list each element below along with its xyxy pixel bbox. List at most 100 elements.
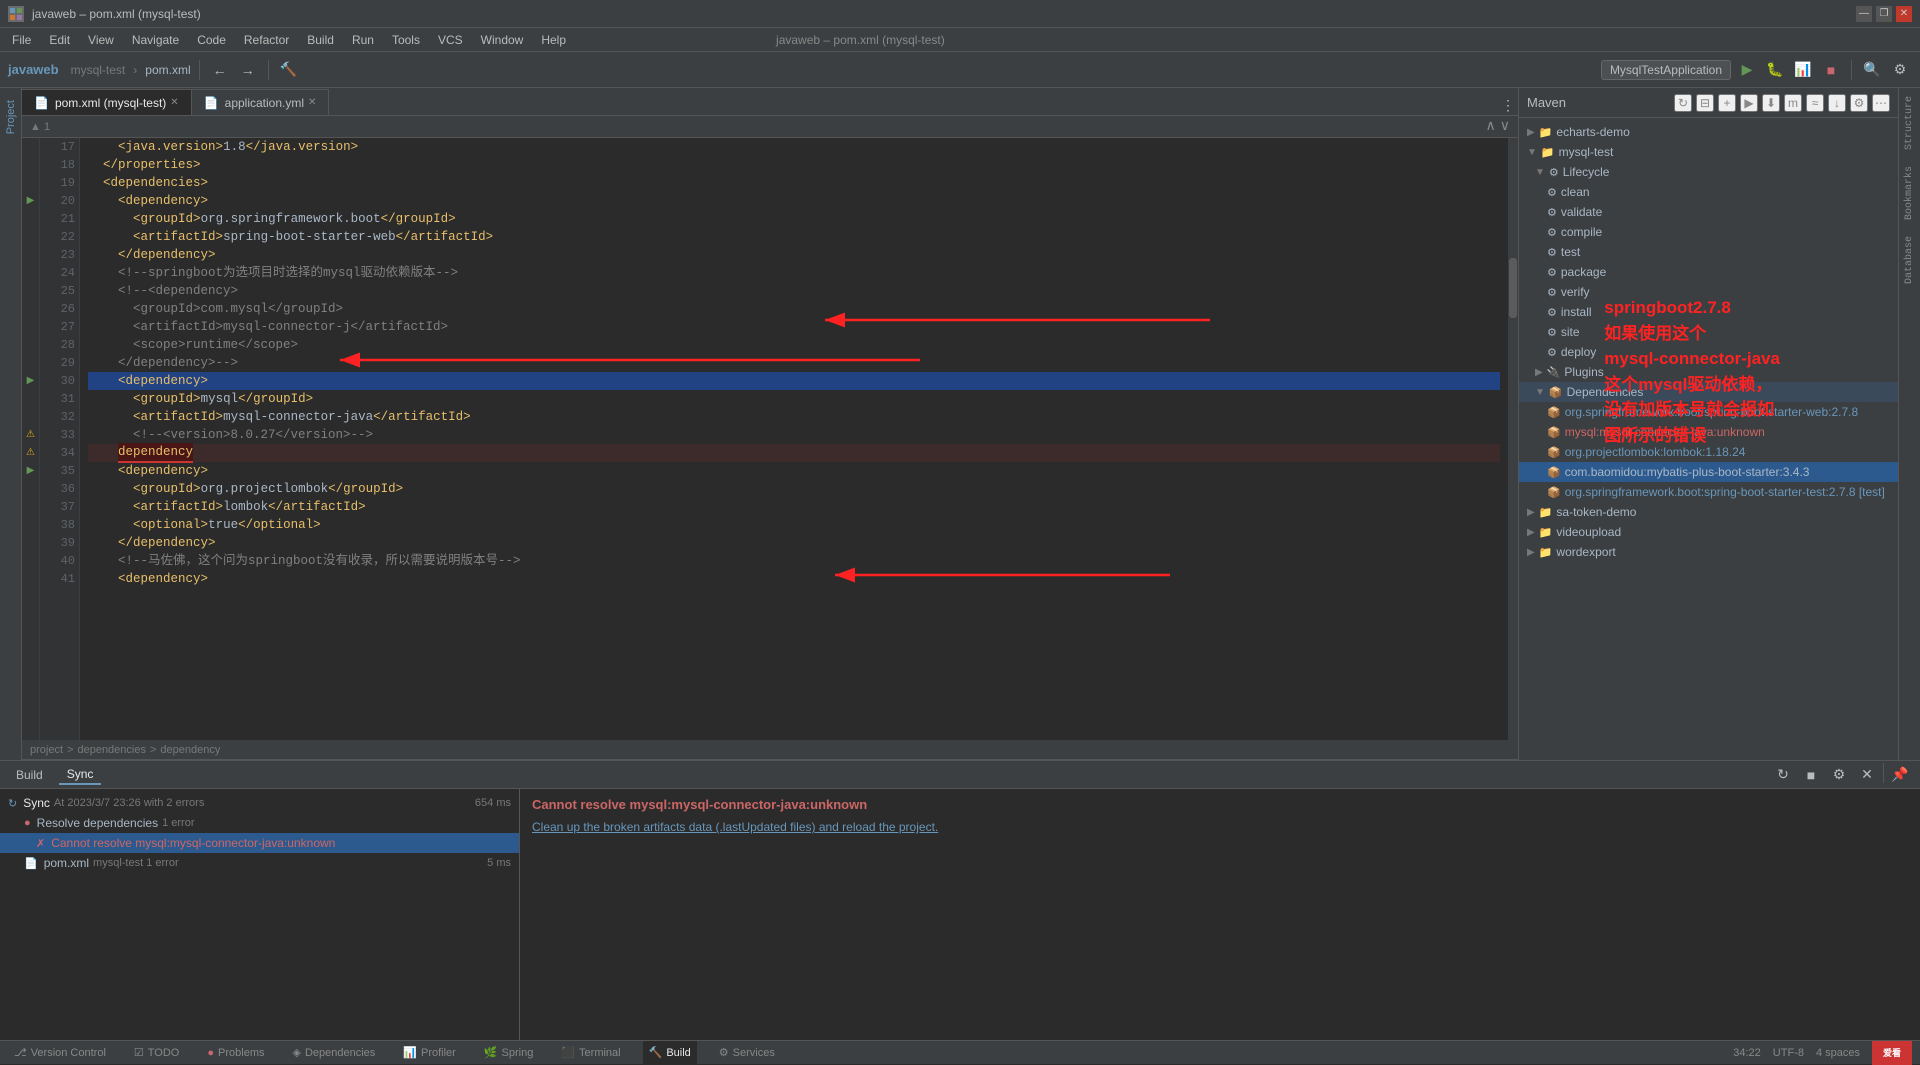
maven-item-videoupload[interactable]: ▶ 📁 videoupload (1519, 522, 1898, 542)
scroll-thumb[interactable] (1509, 258, 1517, 318)
maven-item-plugins[interactable]: ▶ 🔌 Plugins (1519, 362, 1898, 382)
build-tab-build[interactable]: Build (8, 766, 51, 784)
minimize-button[interactable]: — (1856, 6, 1872, 22)
editor-scrollbar[interactable] (1508, 138, 1518, 740)
build-button[interactable]: 🔨 (277, 58, 301, 82)
menu-code[interactable]: Code (189, 31, 234, 49)
build-row-pom[interactable]: 📄 pom.xml mysql-test 1 error 5 ms (0, 853, 519, 873)
sidebar-project-tab[interactable]: Project (3, 96, 19, 138)
maven-add[interactable]: + (1718, 94, 1736, 112)
build-row-sync[interactable]: ↻ Sync At 2023/3/7 23:26 with 2 errors 6… (0, 793, 519, 813)
tab-application-yml[interactable]: 📄 application.yml ✕ (192, 89, 330, 115)
maven-dep-starter-web[interactable]: 📦 org.springframework.boot:spring-boot-s… (1519, 402, 1898, 422)
maven-dep-starter-test[interactable]: 📦 org.springframework.boot:spring-boot-s… (1519, 482, 1898, 502)
maven-lifecycle-compile[interactable]: ⚙ compile (1519, 222, 1898, 242)
maven-download[interactable]: ↓ (1828, 94, 1846, 112)
menu-tools[interactable]: Tools (384, 31, 428, 49)
menu-file[interactable]: File (4, 31, 39, 49)
maven-lifecycle-validate[interactable]: ⚙ validate (1519, 202, 1898, 222)
menu-edit[interactable]: Edit (41, 31, 78, 49)
status-tab-vcs[interactable]: ⎇ Version Control (8, 1041, 112, 1064)
back-button[interactable]: ← (208, 58, 232, 82)
maven-toolbar-icons[interactable]: ↻ ⊟ + ▶ ⬇ m ≈ ↓ ⚙ ⋯ (1674, 94, 1890, 112)
editor-options-button[interactable]: ⋮ (1498, 95, 1518, 115)
stop-button[interactable]: ■ (1819, 58, 1843, 82)
maven-title: Maven (1527, 95, 1566, 110)
menu-view[interactable]: View (80, 31, 122, 49)
build-rerun[interactable]: ↻ (1771, 763, 1795, 787)
maven-item-echarts-demo[interactable]: ▶ 📁 echarts-demo (1519, 122, 1898, 142)
tab-close-yml[interactable]: ✕ (308, 97, 316, 108)
status-tab-spring[interactable]: 🌿 Spring (478, 1041, 540, 1064)
maven-lifecycle-package[interactable]: ⚙ package (1519, 262, 1898, 282)
status-tab-services[interactable]: ⚙ Services (713, 1041, 781, 1064)
maven-item-mysql-test[interactable]: ▼ 📁 mysql-test (1519, 142, 1898, 162)
window-controls[interactable]: — ❐ ✕ (1856, 6, 1912, 22)
gutter-30[interactable]: ▶ (22, 372, 39, 390)
maven-run[interactable]: ▶ (1740, 94, 1758, 112)
gutter-20[interactable]: ▶ (22, 192, 39, 210)
maven-lifecycle-install[interactable]: ⚙ install (1519, 302, 1898, 322)
gutter-35[interactable]: ▶ (22, 462, 39, 480)
maximize-button[interactable]: ❐ (1876, 6, 1892, 22)
status-tab-terminal[interactable]: ⬛ Terminal (555, 1041, 626, 1064)
close-button[interactable]: ✕ (1896, 6, 1912, 22)
breadcrumb-dependencies: dependencies (77, 744, 146, 756)
maven-dep-lombok[interactable]: 📦 org.projectlombok:lombok:1.18.24 (1519, 442, 1898, 462)
bookmarks-tab[interactable]: Bookmarks (1904, 166, 1915, 220)
find-down-button[interactable]: ∨ (1500, 118, 1510, 135)
maven-collapse[interactable]: ⊟ (1696, 94, 1714, 112)
build-row-resolve[interactable]: ● Resolve dependencies 1 error (0, 813, 519, 833)
maven-dep-mybatis-plus[interactable]: 📦 com.baomidou:mybatis-plus-boot-starter… (1519, 462, 1898, 482)
status-tab-todo[interactable]: ☑ TODO (128, 1041, 185, 1064)
forward-button[interactable]: → (236, 58, 260, 82)
maven-lifecycle-test[interactable]: ⚙ test (1519, 242, 1898, 262)
tab-close-pom[interactable]: ✕ (170, 97, 178, 108)
maven-item-wordexport[interactable]: ▶ 📁 wordexport (1519, 542, 1898, 562)
search-button[interactable]: 🔍 (1860, 58, 1884, 82)
maven-lifecycle-deploy[interactable]: ⚙ deploy (1519, 342, 1898, 362)
debug-button[interactable]: 🐛 (1763, 58, 1787, 82)
build-filter[interactable]: ⚙ (1827, 763, 1851, 787)
build-fix-message[interactable]: Clean up the broken artifacts data (.las… (532, 820, 1908, 834)
menu-window[interactable]: Window (473, 31, 532, 49)
build-tab-sync[interactable]: Sync (59, 765, 102, 785)
dep-icon-1: 📦 (1547, 406, 1561, 419)
maven-filter[interactable]: m (1784, 94, 1802, 112)
structure-tab[interactable]: Structure (1904, 96, 1915, 150)
maven-lifecycle[interactable]: ≈ (1806, 94, 1824, 112)
menu-vcs[interactable]: VCS (430, 31, 471, 49)
find-controls[interactable]: ∧ ∨ (1486, 118, 1511, 135)
menu-navigate[interactable]: Navigate (124, 31, 187, 49)
maven-more[interactable]: ⋯ (1872, 94, 1890, 112)
maven-refresh[interactable]: ↻ (1674, 94, 1692, 112)
maven-lifecycle-site[interactable]: ⚙ site (1519, 322, 1898, 342)
run-with-coverage[interactable]: 📊 (1791, 58, 1815, 82)
maven-stop[interactable]: ⬇ (1762, 94, 1780, 112)
maven-settings[interactable]: ⚙ (1850, 94, 1868, 112)
build-stop[interactable]: ■ (1799, 763, 1823, 787)
tab-pom-xml[interactable]: 📄 pom.xml (mysql-test) ✕ (22, 89, 192, 115)
maven-dep-mysql-connector[interactable]: 📦 mysql:mysql-connector-java:unknown (1519, 422, 1898, 442)
find-up-button[interactable]: ∧ (1486, 118, 1496, 135)
status-tab-build[interactable]: 🔨 Build (643, 1041, 697, 1064)
build-row-error-item[interactable]: ✗ Cannot resolve mysql:mysql-connector-j… (0, 833, 519, 853)
status-tab-problems[interactable]: ● Problems (201, 1041, 270, 1064)
menu-build[interactable]: Build (299, 31, 342, 49)
maven-lifecycle-verify[interactable]: ⚙ verify (1519, 282, 1898, 302)
build-close[interactable]: ✕ (1855, 763, 1879, 787)
status-tab-profiler[interactable]: 📊 Profiler (397, 1041, 462, 1064)
menu-help[interactable]: Help (533, 31, 574, 49)
status-tab-dependencies[interactable]: ◈ Dependencies (286, 1041, 381, 1064)
maven-item-sa-token[interactable]: ▶ 📁 sa-token-demo (1519, 502, 1898, 522)
database-tab[interactable]: Database (1904, 236, 1915, 284)
gutter-33: ⚠ (22, 426, 39, 444)
maven-item-lifecycle[interactable]: ▼ ⚙ Lifecycle (1519, 162, 1898, 182)
run-button[interactable]: ▶ (1735, 58, 1759, 82)
menu-run[interactable]: Run (344, 31, 382, 49)
menu-refactor[interactable]: Refactor (236, 31, 297, 49)
maven-lifecycle-clean[interactable]: ⚙ clean (1519, 182, 1898, 202)
settings-button[interactable]: ⚙ (1888, 58, 1912, 82)
build-pin[interactable]: 📌 (1888, 763, 1912, 787)
maven-item-dependencies[interactable]: ▼ 📦 Dependencies (1519, 382, 1898, 402)
